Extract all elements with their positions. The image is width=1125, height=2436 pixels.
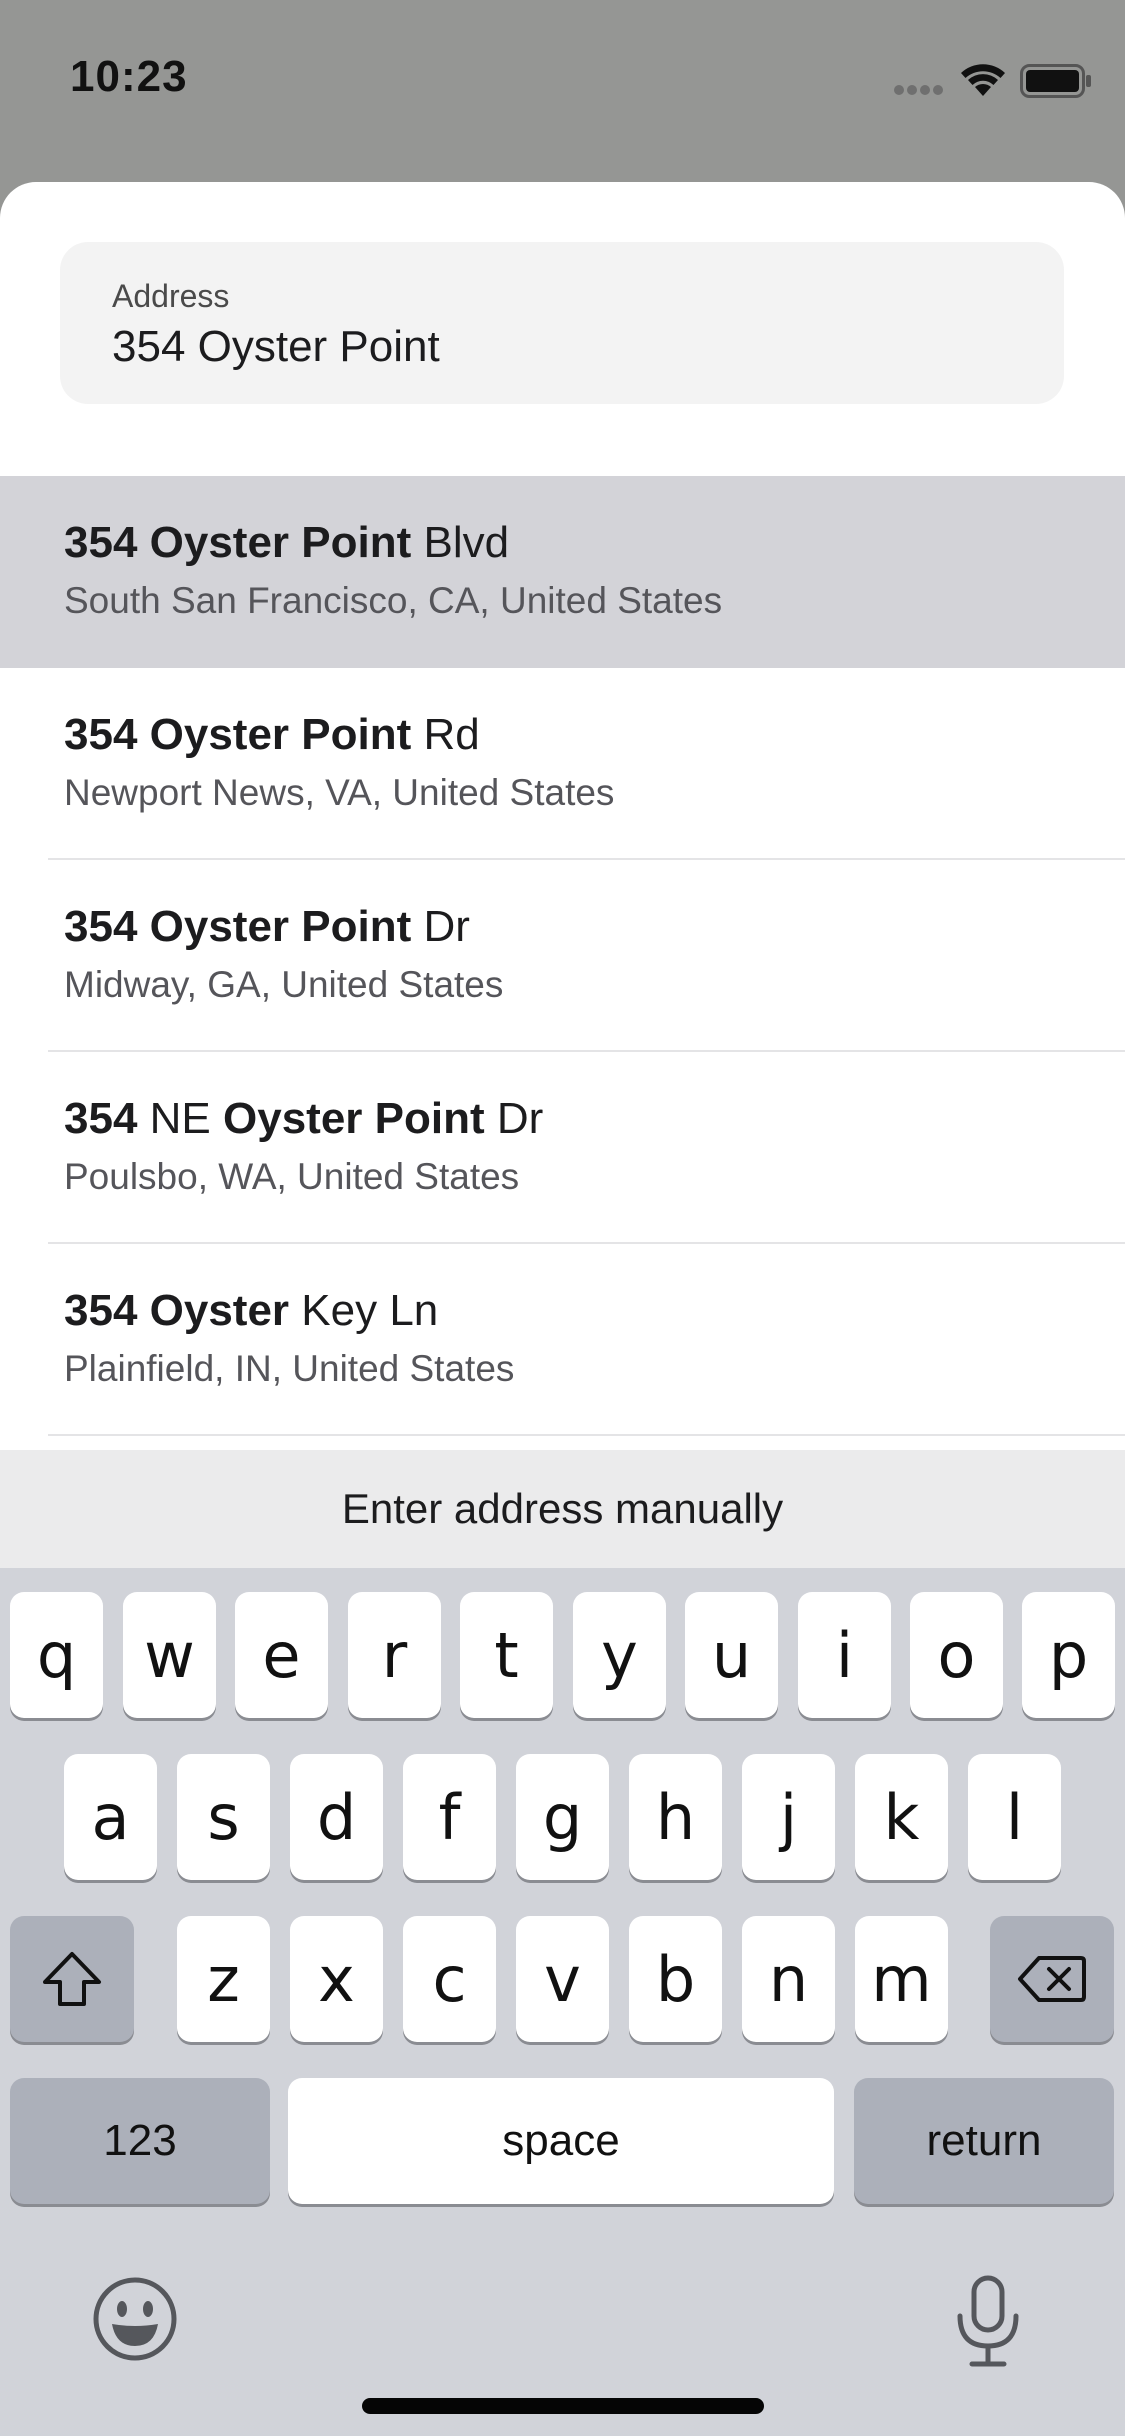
key-p[interactable]: p (1022, 1592, 1115, 1718)
key-e[interactable]: e (235, 1592, 328, 1718)
key-j[interactable]: j (742, 1754, 835, 1880)
suggestion-title: 354 Oyster Key Ln (64, 1286, 439, 1335)
key-v[interactable]: v (516, 1916, 609, 2042)
suggestion-row[interactable]: 354 Oyster Point Dr Midway, GA, United S… (0, 860, 1125, 1052)
key-a[interactable]: a (64, 1754, 157, 1880)
wifi-icon (961, 64, 1005, 96)
key-q[interactable]: q (10, 1592, 103, 1718)
key-t[interactable]: t (460, 1592, 553, 1718)
suggestion-row[interactable]: 354 NE Oyster Point Dr Poulsbo, WA, Unit… (0, 1052, 1125, 1244)
key-x[interactable]: x (290, 1916, 383, 2042)
key-f[interactable]: f (403, 1754, 496, 1880)
suggestion-title: 354 Oyster Point Dr (64, 902, 470, 951)
suggestion-subtitle: South San Francisco, CA, United States (64, 580, 723, 621)
signal-dots-icon (894, 85, 943, 95)
suggestion-title: 354 Oyster Point Blvd (64, 518, 510, 567)
suggestion-subtitle: Poulsbo, WA, United States (64, 1156, 520, 1197)
suggestion-subtitle: Newport News, VA, United States (64, 772, 615, 813)
key-g[interactable]: g (516, 1754, 609, 1880)
key-z[interactable]: z (177, 1916, 270, 2042)
address-field[interactable]: Address (60, 242, 1064, 404)
address-label: Address (112, 278, 230, 314)
key-y[interactable]: y (573, 1592, 666, 1718)
delete-icon (1018, 1956, 1086, 2002)
key-w[interactable]: w (123, 1592, 216, 1718)
divider (48, 1434, 1125, 1436)
suggestion-list: 354 Oyster Point Blvd South San Francisc… (0, 476, 1125, 1436)
address-input[interactable] (112, 322, 992, 372)
suggestion-title: 354 NE Oyster Point Dr (64, 1094, 544, 1143)
status-time: 10:23 (70, 52, 188, 101)
key-u[interactable]: u (685, 1592, 778, 1718)
key-n[interactable]: n (742, 1916, 835, 2042)
suggestion-row[interactable]: 354 Oyster Key Ln Plainfield, IN, United… (0, 1244, 1125, 1436)
suggestion-row[interactable]: 354 Oyster Point Rd Newport News, VA, Un… (0, 668, 1125, 860)
suggestion-row[interactable]: 354 Oyster Point Blvd South San Francisc… (0, 476, 1125, 668)
shift-key[interactable] (10, 1916, 134, 2042)
return-key[interactable]: return (854, 2078, 1114, 2204)
suggestion-subtitle: Midway, GA, United States (64, 964, 504, 1005)
numbers-key[interactable]: 123 (10, 2078, 270, 2204)
keyboard: q w e r t y u i o p a s d f g h j k l z … (0, 1568, 1125, 2436)
enter-address-manually-button[interactable]: Enter address manually (0, 1450, 1125, 1568)
suggestion-title: 354 Oyster Point Rd (64, 710, 480, 759)
battery-icon (1020, 64, 1091, 98)
key-l[interactable]: l (968, 1754, 1061, 1880)
key-s[interactable]: s (177, 1754, 270, 1880)
key-k[interactable]: k (855, 1754, 948, 1880)
status-bar: 10:23 (0, 0, 1125, 180)
home-indicator (362, 2398, 764, 2414)
key-d[interactable]: d (290, 1754, 383, 1880)
shift-icon (43, 1952, 101, 2006)
space-key[interactable]: space (288, 2078, 834, 2204)
key-o[interactable]: o (910, 1592, 1003, 1718)
key-h[interactable]: h (629, 1754, 722, 1880)
key-i[interactable]: i (798, 1592, 891, 1718)
delete-key[interactable] (990, 1916, 1114, 2042)
enter-address-manually-label: Enter address manually (341, 1485, 784, 1532)
key-c[interactable]: c (403, 1916, 496, 2042)
emoji-icon[interactable] (92, 2276, 178, 2362)
key-m[interactable]: m (855, 1916, 948, 2042)
microphone-icon[interactable] (952, 2274, 1024, 2370)
suggestion-subtitle: Plainfield, IN, United States (64, 1348, 515, 1389)
key-b[interactable]: b (629, 1916, 722, 2042)
key-r[interactable]: r (348, 1592, 441, 1718)
